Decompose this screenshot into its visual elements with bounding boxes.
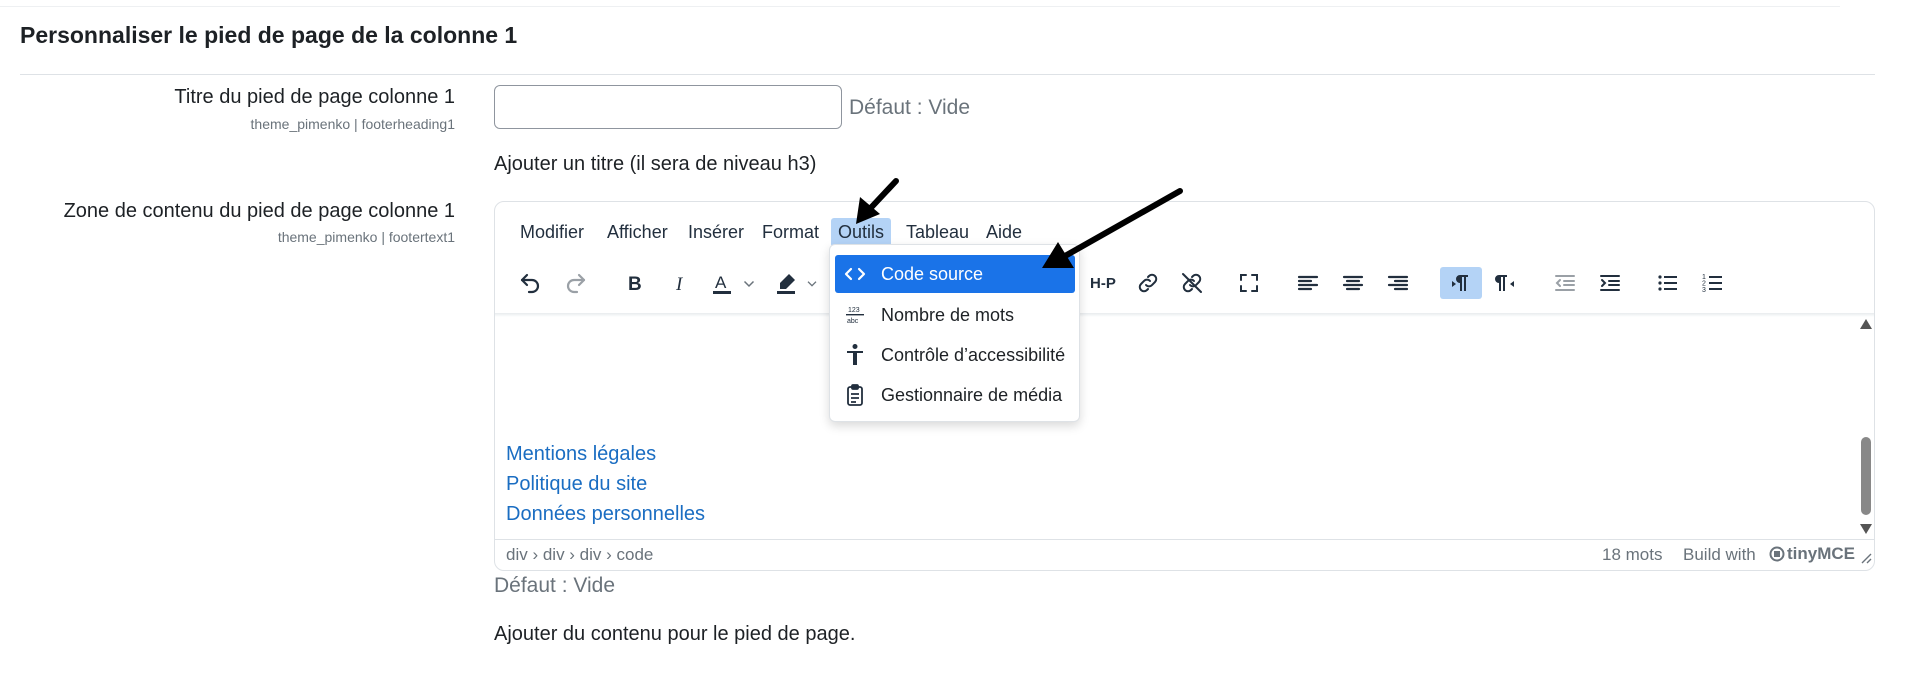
field2-default: Défaut : Vide	[494, 574, 616, 597]
h5p-icon[interactable]: H-P	[1087, 267, 1125, 299]
svg-text:abc: abc	[847, 318, 859, 325]
menu-item-gestionnaire-media[interactable]: Gestionnaire de média	[835, 376, 1075, 414]
link-icon[interactable]	[1132, 267, 1164, 299]
svg-text:I: I	[675, 274, 684, 295]
menu-outils[interactable]: Outils	[831, 218, 892, 247]
footer-title-input[interactable]	[494, 85, 842, 129]
field1-description: Ajouter un titre (il sera de niveau h3)	[494, 153, 817, 175]
text-color-chevron-icon[interactable]	[740, 267, 758, 299]
align-right-icon[interactable]	[1382, 267, 1414, 299]
undo-icon[interactable]	[514, 267, 546, 299]
field2-description: Ajouter du contenu pour le pied de page.	[494, 623, 856, 645]
statusbar-divider	[495, 539, 1874, 540]
word-count-icon: 123 abc	[835, 303, 875, 327]
fullscreen-icon[interactable]	[1233, 267, 1265, 299]
field2-setting-name: theme_pimenko | footertext1	[277, 229, 455, 245]
tinymce-logo-icon	[1769, 546, 1785, 562]
rtl-icon[interactable]	[1488, 267, 1520, 299]
word-count[interactable]: 18 mots	[1602, 545, 1662, 565]
field1-default: Défaut : Vide	[849, 96, 971, 119]
toolbar-divider	[495, 313, 1874, 317]
svg-text:B: B	[628, 274, 642, 295]
menu-item-controle-accessibilite[interactable]: Contrôle d’accessibilité	[835, 336, 1075, 374]
code-icon	[835, 262, 875, 286]
link-politique-du-site[interactable]: Politique du site	[506, 473, 647, 496]
scroll-down-arrow-icon[interactable]	[1860, 524, 1872, 534]
scrollbar-thumb[interactable]	[1861, 437, 1871, 515]
redo-icon[interactable]	[560, 267, 592, 299]
menu-modifier[interactable]: Modifier	[513, 218, 591, 247]
resize-handle-icon[interactable]	[1860, 551, 1872, 564]
highlight-color-icon[interactable]	[770, 267, 802, 299]
highlight-color-chevron-icon[interactable]	[804, 267, 820, 299]
text-color-icon[interactable]: A	[706, 267, 738, 299]
tinymce-brand[interactable]: tinyMCE	[1787, 544, 1855, 564]
link-donnees-personnelles[interactable]: Données personnelles	[506, 503, 705, 526]
menu-format[interactable]: Format	[755, 218, 826, 247]
numbered-list-icon[interactable]: 123	[1697, 267, 1729, 299]
scroll-up-arrow-icon[interactable]	[1860, 319, 1872, 329]
align-left-icon[interactable]	[1292, 267, 1324, 299]
svg-text:123: 123	[848, 307, 860, 314]
build-with-label: Build with	[1683, 545, 1756, 564]
top-divider	[0, 6, 1840, 7]
indent-icon[interactable]	[1594, 267, 1626, 299]
outdent-icon[interactable]	[1549, 267, 1581, 299]
section-title: Personnaliser le pied de page de la colo…	[20, 22, 518, 48]
ltr-icon[interactable]	[1440, 267, 1482, 299]
unlink-icon[interactable]	[1176, 267, 1208, 299]
menu-tableau[interactable]: Tableau	[899, 218, 976, 247]
menu-aide[interactable]: Aide	[979, 218, 1029, 247]
accessibility-icon	[835, 343, 875, 367]
svg-text:3: 3	[1702, 287, 1706, 294]
menu-item-nombre-de-mots[interactable]: 123 abc Nombre de mots	[835, 296, 1075, 334]
bullet-list-icon[interactable]	[1652, 267, 1684, 299]
svg-text:A: A	[715, 273, 727, 292]
element-path[interactable]: div › div › div › code	[506, 545, 653, 565]
field1-label: Titre du pied de page colonne 1	[174, 86, 455, 108]
italic-icon[interactable]: I	[664, 267, 696, 299]
bold-icon[interactable]: B	[618, 267, 650, 299]
menu-item-code-source[interactable]: Code source	[835, 255, 1075, 293]
field2-label: Zone de contenu du pied de page colonne …	[63, 200, 455, 222]
media-manager-icon	[835, 383, 875, 407]
menu-afficher[interactable]: Afficher	[600, 218, 675, 247]
field1-setting-name: theme_pimenko | footerheading1	[250, 116, 455, 132]
menu-inserer[interactable]: Insérer	[681, 218, 751, 247]
svg-text:H-P: H-P	[1090, 275, 1116, 292]
section-divider	[20, 74, 1875, 75]
align-center-icon[interactable]	[1337, 267, 1369, 299]
link-mentions-legales[interactable]: Mentions légales	[506, 443, 656, 466]
